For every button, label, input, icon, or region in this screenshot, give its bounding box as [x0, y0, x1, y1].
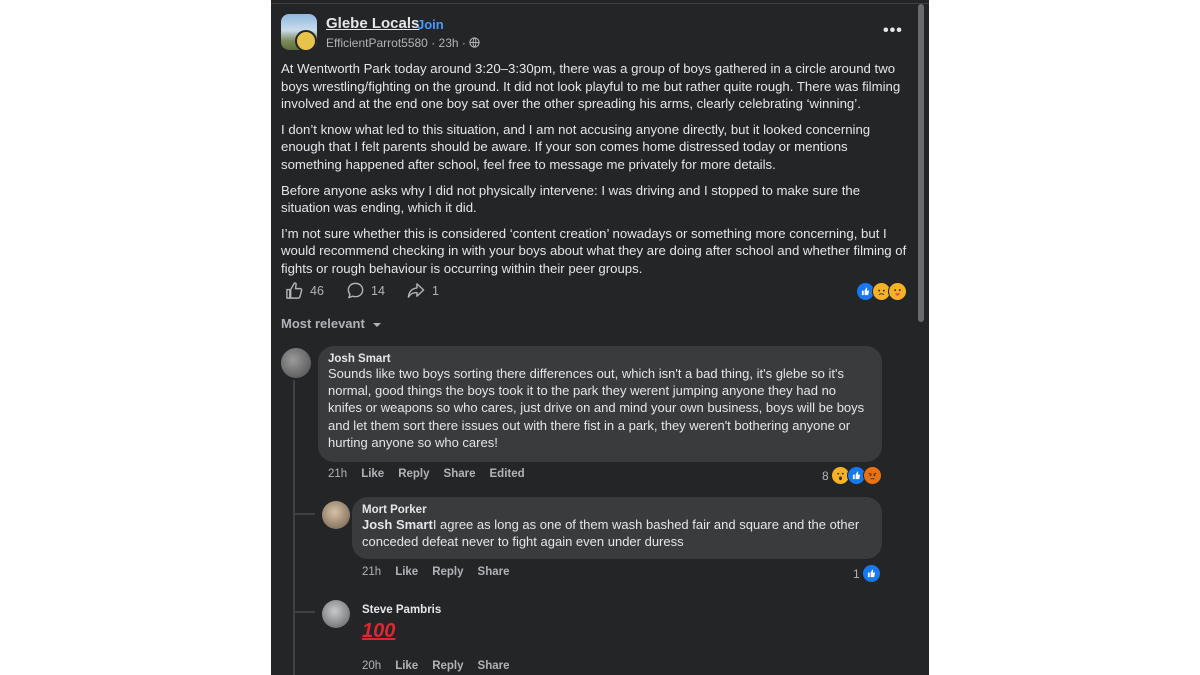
comment-time[interactable]: 20h [362, 660, 381, 672]
join-button[interactable]: Join [417, 17, 444, 32]
post-paragraph: I’m not sure whether this is considered … [281, 225, 907, 276]
like-count: 46 [310, 283, 324, 298]
hundred-points-emoji: 100 [362, 620, 395, 643]
author-name[interactable]: EfficientParrot5580 [326, 36, 428, 50]
comment-reaction-count: 1 [853, 566, 860, 581]
comment-reply-button[interactable]: Reply [398, 468, 429, 480]
comment-reaction-count: 8 [822, 468, 829, 483]
share-button[interactable]: 1 [406, 281, 439, 300]
emoji-text: 100 [362, 620, 396, 642]
sort-label: Most relevant [281, 316, 365, 331]
post-body: At Wentworth Park today around 3:20–3:30… [281, 60, 911, 286]
comment-share-button[interactable]: Share [444, 468, 476, 480]
mention-link[interactable]: Josh Smart [362, 517, 433, 532]
comment-text: Sounds like two boys sorting there diffe… [328, 366, 865, 450]
post-actions: 46 14 1 [285, 281, 905, 301]
comment-reply-button[interactable]: Reply [432, 566, 463, 578]
comment-reply-button[interactable]: Reply [432, 660, 463, 672]
comment-bubble: Josh Smart Sounds like two boys sorting … [318, 346, 882, 462]
comment-text: Josh SmartI agree as long as one of them… [362, 516, 872, 550]
commenter-name[interactable]: Steve Pambris [362, 604, 441, 616]
caret-down-icon [373, 323, 382, 327]
comment-reactions[interactable]: 8 [822, 466, 882, 485]
comment-button[interactable]: 14 [346, 281, 385, 300]
thread-branch [295, 513, 315, 515]
comment-actions: 21h Like Reply Share Edited [328, 468, 525, 480]
post-time[interactable]: 23h [439, 36, 459, 50]
comment-like-button[interactable]: Like [361, 468, 384, 480]
meta-separator: · [431, 36, 436, 50]
globe-icon [469, 37, 480, 48]
commenter-name[interactable]: Mort Porker [362, 504, 872, 516]
reply-text: I agree as long as one of them wash bash… [362, 517, 860, 550]
comment-like-button[interactable]: Like [395, 660, 418, 672]
angry-reaction-icon [862, 466, 882, 485]
thread-line [293, 380, 295, 675]
share-arrow-icon [407, 283, 425, 298]
reaction-summary[interactable] [856, 282, 907, 301]
group-avatar-stack[interactable] [281, 14, 317, 52]
post-paragraph: Before anyone asks why I did not physica… [281, 182, 861, 216]
post-meta: EfficientParrot5580 · 23h · [326, 36, 480, 50]
group-name-link[interactable]: Glebe Locals [326, 15, 419, 32]
thread-branch [295, 611, 315, 613]
share-count: 1 [432, 283, 439, 298]
comment-bubble: Mort Porker Josh SmartI agree as long as… [352, 497, 882, 559]
care-reaction-icon [888, 282, 907, 301]
divider [271, 3, 929, 4]
comment-reactions[interactable]: 1 [853, 564, 881, 583]
post-card: Glebe Locals · Join EfficientParrot5580 … [271, 0, 929, 675]
more-options-button[interactable]: ••• [883, 22, 903, 40]
post-paragraph: At Wentworth Park today around 3:20–3:30… [281, 61, 901, 112]
comment-time[interactable]: 21h [362, 566, 381, 578]
like-reaction-icon [861, 564, 881, 583]
comment-share-button[interactable]: Share [478, 566, 510, 578]
join-separator: · [407, 17, 412, 32]
commenter-avatar[interactable] [322, 501, 350, 529]
comment-count: 14 [371, 283, 385, 298]
thumbs-up-icon [286, 282, 303, 299]
comment-actions: 21h Like Reply Share [362, 566, 510, 578]
comment-actions: 20h Like Reply Share [362, 660, 510, 672]
author-avatar[interactable] [295, 30, 317, 52]
sort-dropdown[interactable]: Most relevant [281, 316, 382, 331]
commenter-avatar[interactable] [281, 348, 311, 378]
commenter-name[interactable]: Josh Smart [328, 353, 872, 365]
comment-time[interactable]: 21h [328, 468, 347, 480]
comment-like-button[interactable]: Like [395, 566, 418, 578]
comment-icon [347, 282, 364, 299]
comment-share-button[interactable]: Share [478, 660, 510, 672]
comment-edited-label[interactable]: Edited [490, 468, 525, 480]
post-paragraph: I don’t know what led to this situation,… [281, 121, 871, 172]
scrollbar[interactable] [918, 4, 924, 322]
commenter-avatar[interactable] [322, 600, 350, 628]
meta-separator: · [461, 36, 466, 50]
like-button[interactable]: 46 [285, 281, 324, 300]
